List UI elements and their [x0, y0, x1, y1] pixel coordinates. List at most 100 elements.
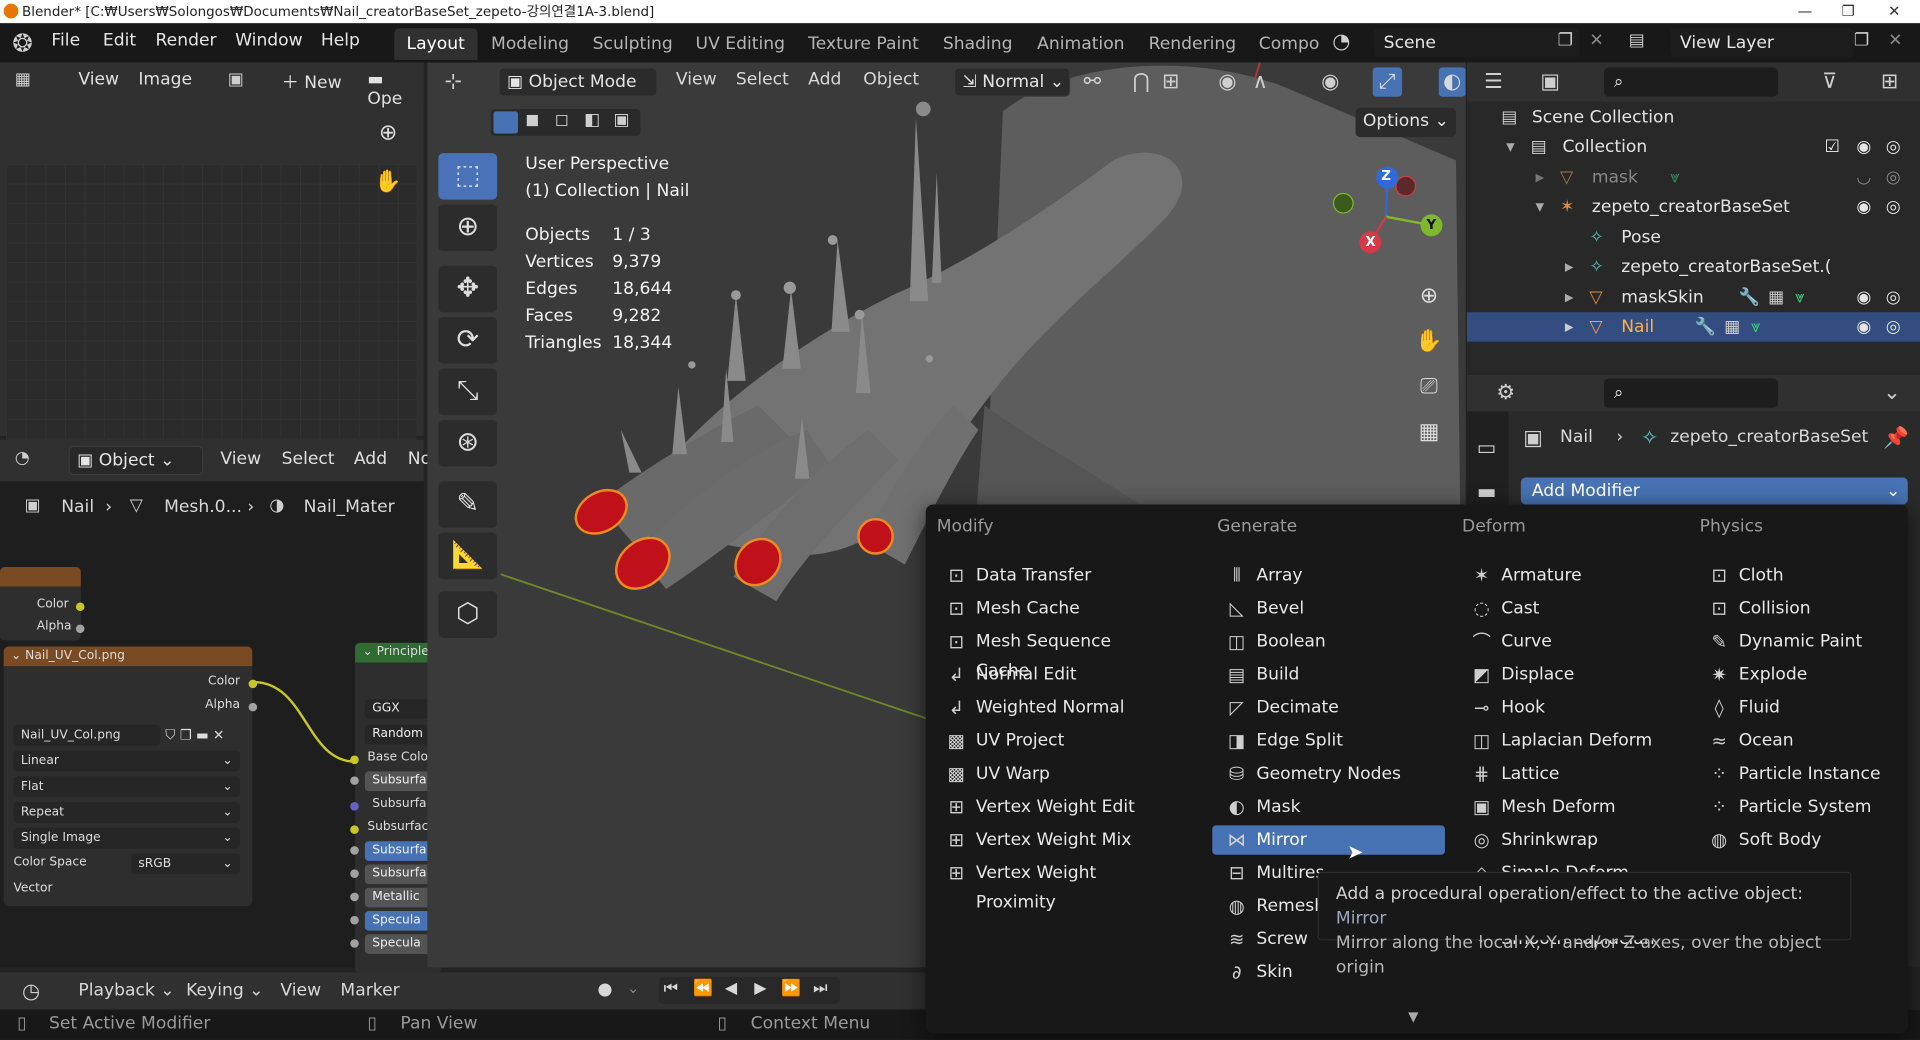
- viewport-zoom-icon[interactable]: ⊕: [1409, 277, 1448, 316]
- jump-start-icon[interactable]: ⏮: [664, 980, 678, 998]
- modifier-item-array[interactable]: ⦀ Array: [1212, 561, 1445, 590]
- menu-edit[interactable]: Edit: [103, 31, 136, 51]
- viewport-view-menu[interactable]: View: [676, 70, 717, 90]
- modifier-item-mesh-cache[interactable]: ⊡ Mesh Cache: [932, 594, 1165, 623]
- eye-icon[interactable]: ◉: [1856, 312, 1871, 341]
- record-icon[interactable]: ●: [598, 980, 613, 1000]
- expand-icon[interactable]: ▸: [1565, 283, 1574, 312]
- annotate-tool[interactable]: ✎: [438, 481, 498, 528]
- modifier-item-edge-split[interactable]: ◨ Edge Split: [1212, 726, 1445, 755]
- close-button[interactable]: ✕: [1888, 0, 1900, 23]
- socket[interactable]: [350, 776, 359, 785]
- socket[interactable]: [350, 755, 359, 765]
- overlay-toggle-icon[interactable]: ◐: [1438, 67, 1466, 97]
- modifier-item-armature[interactable]: ✶ Armature: [1457, 561, 1690, 590]
- camera-render-icon[interactable]: ◎: [1886, 192, 1901, 221]
- snap-icon[interactable]: ⋂: [1133, 70, 1150, 94]
- modifier-item-decimate[interactable]: ◸ Decimate: [1212, 693, 1445, 722]
- image-view-menu[interactable]: View: [78, 70, 119, 90]
- modifier-item-normal-edit[interactable]: ↲ Normal Edit: [932, 660, 1165, 689]
- timeline-editor-icon[interactable]: ◷: [22, 980, 40, 1004]
- select-box-tool[interactable]: ⬚: [438, 153, 498, 200]
- view-layer-icon[interactable]: ▤: [1629, 31, 1645, 51]
- transform-tool[interactable]: ⊛: [438, 420, 498, 467]
- modifier-item-shrinkwrap[interactable]: ◎ Shrinkwrap: [1457, 825, 1690, 854]
- viewport-add-menu[interactable]: Add: [808, 70, 841, 90]
- transform-orientation-dropdown[interactable]: ⇲ Normal ⌄: [953, 67, 1071, 97]
- outliner-row[interactable]: ✧ Pose: [1467, 223, 1920, 252]
- snap-target-icon[interactable]: ⊞: [1162, 70, 1179, 94]
- view-layer-selector[interactable]: View Layer: [1670, 28, 1854, 58]
- add-cube-tool[interactable]: ⬡: [438, 591, 498, 638]
- modifier-item-vertex-weight-edit[interactable]: ⊞ Vertex Weight Edit: [932, 792, 1165, 821]
- modifier-item-mask[interactable]: ◐ Mask: [1212, 792, 1445, 821]
- modifier-item-curve[interactable]: ⌒ Curve: [1457, 627, 1690, 656]
- eye-hidden-icon[interactable]: ◡: [1856, 163, 1871, 192]
- proportional-edit-icon[interactable]: ◉: [1218, 70, 1236, 94]
- modifier-item-bevel[interactable]: ◺ Bevel: [1212, 594, 1445, 623]
- tab-uv-editing[interactable]: UV Editing: [683, 28, 797, 60]
- visibility-icon[interactable]: ◉: [1321, 70, 1339, 94]
- properties-object-name[interactable]: Nail: [1560, 427, 1593, 447]
- play-reverse-icon[interactable]: ◀: [725, 980, 737, 998]
- outliner-row-selected[interactable]: ▸ ▽ Nail 🔧 ▦ ⩔ ◉ ◎: [1466, 312, 1920, 342]
- modifier-item-soft-body[interactable]: ◍ Soft Body: [1695, 825, 1920, 854]
- modifier-item-displace[interactable]: ◩ Displace: [1457, 660, 1690, 689]
- expand-icon[interactable]: ▸: [1536, 163, 1545, 192]
- modifier-item-weighted-normal[interactable]: ↲ Weighted Normal: [932, 693, 1165, 722]
- outliner-row[interactable]: ▸ ✧ zepeto_creatorBaseSet.(: [1467, 252, 1920, 281]
- select-new-icon[interactable]: [493, 111, 518, 134]
- outliner-row[interactable]: ▸ ▽ mask ⩔ ◡ ◎: [1467, 163, 1920, 192]
- select-subtract-icon[interactable]: ◻: [555, 110, 569, 130]
- modifier-item-collision[interactable]: ⊡ Collision: [1695, 594, 1920, 623]
- eye-icon[interactable]: ◉: [1856, 192, 1871, 221]
- collapse-icon[interactable]: ▾: [1536, 192, 1545, 221]
- modifier-item-fluid[interactable]: ◊ Fluid: [1695, 693, 1920, 722]
- move-tool[interactable]: ✥: [438, 265, 498, 313]
- tab-texture-paint[interactable]: Texture Paint: [796, 28, 931, 60]
- outliner-search-input[interactable]: ⌕: [1604, 67, 1778, 97]
- filter-icon[interactable]: ⊽: [1822, 70, 1837, 94]
- socket[interactable]: [350, 869, 359, 878]
- expand-icon[interactable]: ▸: [1565, 252, 1574, 281]
- properties-type-icon[interactable]: ⚙: [1496, 381, 1515, 405]
- minimize-button[interactable]: —: [1798, 0, 1813, 23]
- zoom-icon[interactable]: ⊕: [369, 114, 408, 153]
- rotate-tool[interactable]: ⟳: [438, 317, 498, 364]
- expand-icon[interactable]: ▸: [1565, 312, 1574, 341]
- checkbox-icon[interactable]: ☑: [1825, 132, 1840, 161]
- keying-menu[interactable]: Keying ⌄: [186, 981, 263, 1001]
- modifier-item-geometry-nodes[interactable]: ⛁ Geometry Nodes: [1212, 759, 1445, 788]
- chevron-down-icon[interactable]: ⌄: [627, 980, 639, 997]
- tab-modeling[interactable]: Modeling: [479, 28, 581, 60]
- tab-sculpting[interactable]: Sculpting: [580, 28, 685, 60]
- modifier-item-uv-warp[interactable]: ▩ UV Warp: [932, 759, 1165, 788]
- socket[interactable]: [350, 802, 359, 811]
- jump-keyframe-back-icon[interactable]: ⏪: [693, 980, 713, 998]
- tab-rendering[interactable]: Rendering: [1136, 28, 1248, 60]
- viewport-pan-icon[interactable]: ✋: [1409, 322, 1448, 361]
- socket[interactable]: [350, 846, 359, 855]
- camera-render-icon[interactable]: ◎: [1886, 132, 1901, 161]
- image-image-menu[interactable]: Image: [138, 70, 192, 90]
- menu-render[interactable]: Render: [156, 31, 217, 51]
- eye-icon[interactable]: ◉: [1856, 283, 1871, 312]
- select-extend-icon[interactable]: ◼: [525, 110, 539, 130]
- menu-file[interactable]: File: [51, 31, 80, 51]
- outliner-type-icon[interactable]: ☰: [1484, 70, 1503, 94]
- measure-tool[interactable]: 📐: [438, 532, 498, 580]
- new-image-button[interactable]: ＋ New: [282, 70, 342, 94]
- open-image-button[interactable]: ▬ Ope: [367, 70, 423, 109]
- modifier-item-dynamic-paint[interactable]: ✎ Dynamic Paint: [1695, 627, 1920, 656]
- properties-search-input[interactable]: ⌕: [1604, 378, 1778, 408]
- menu-help[interactable]: Help: [321, 31, 360, 51]
- pivot-icon[interactable]: ⚯: [1084, 70, 1101, 94]
- select-intersect-icon[interactable]: ▣: [613, 110, 629, 130]
- modifier-item-particle-system[interactable]: ⁘ Particle System: [1695, 792, 1920, 821]
- jump-end-icon[interactable]: ⏭: [813, 980, 827, 998]
- jump-keyframe-forward-icon[interactable]: ⏩: [781, 980, 801, 998]
- camera-render-icon[interactable]: ◎: [1886, 163, 1901, 192]
- modifier-item-lattice[interactable]: ⋕ Lattice: [1457, 759, 1690, 788]
- scene-icon[interactable]: ◔: [1332, 29, 1350, 53]
- modifier-item-particle-instance[interactable]: ⁘ Particle Instance: [1695, 759, 1920, 788]
